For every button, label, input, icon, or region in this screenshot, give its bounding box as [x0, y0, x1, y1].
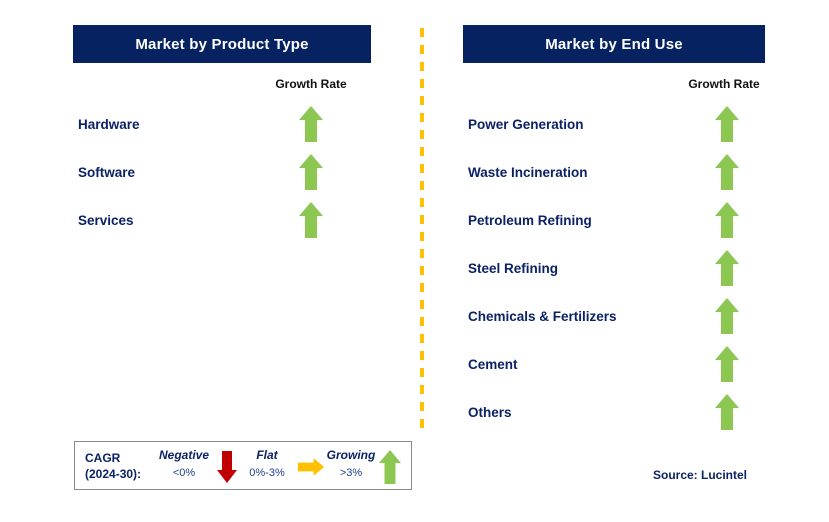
source-note: Source: Lucintel [652, 468, 747, 482]
up-arrow-icon [376, 447, 404, 487]
list-item: Hardware [78, 101, 328, 147]
legend-entry-flat: Flat 0%-3% [230, 446, 304, 482]
legend-entry-negative: Negative <0% [147, 446, 221, 482]
list-item: Petroleum Refining [468, 197, 718, 243]
segment-label: Software [78, 164, 136, 180]
list-item: Power Generation [468, 101, 718, 147]
segment-label: Cement [468, 356, 518, 372]
up-arrow-icon [296, 197, 326, 243]
panel-header-end-use: Market by End Use [463, 25, 765, 63]
infographic-canvas: Market by Product Type Market by End Use… [0, 0, 829, 522]
vertical-dashed-divider [420, 28, 424, 434]
legend-word: Flat [256, 448, 278, 462]
legend-word: Negative [158, 448, 210, 462]
legend-title-line1: CAGR [85, 451, 121, 465]
legend-range: 0%-3% [249, 467, 285, 479]
segment-label: Steel Refining [468, 260, 559, 276]
list-item: Cement [468, 341, 718, 387]
list-item: Chemicals & Fertilizers [468, 293, 718, 339]
segment-label: Others [468, 404, 512, 420]
growth-rate-caption-right: Growth Rate [688, 77, 760, 91]
up-arrow-icon [296, 149, 326, 195]
list-item: Software [78, 149, 328, 195]
up-arrow-icon [712, 245, 742, 291]
up-arrow-icon [712, 101, 742, 147]
list-item: Services [78, 197, 328, 243]
up-arrow-icon [712, 149, 742, 195]
legend-range: <0% [172, 467, 196, 479]
segment-label: Power Generation [468, 116, 584, 132]
segment-label: Petroleum Refining [468, 212, 592, 228]
segment-label: Hardware [78, 116, 140, 132]
panel-title-product-type: Market by Product Type [135, 35, 309, 53]
up-arrow-icon [712, 197, 742, 243]
panel-title-end-use: Market by End Use [545, 35, 683, 53]
up-arrow-icon [712, 341, 742, 387]
legend-title: CAGR (2024-30): [85, 450, 141, 482]
segment-label: Waste Incineration [468, 164, 588, 180]
segment-label: Services [78, 212, 134, 228]
segment-label: Chemicals & Fertilizers [468, 308, 617, 324]
list-item: Waste Incineration [468, 149, 718, 195]
cagr-legend: CAGR (2024-30): Negative <0% Flat 0%-3% … [74, 441, 412, 490]
growth-rate-caption-left: Growth Rate [275, 77, 347, 91]
up-arrow-icon [296, 101, 326, 147]
up-arrow-icon [712, 293, 742, 339]
up-arrow-icon [712, 389, 742, 435]
panel-header-product-type: Market by Product Type [73, 25, 371, 63]
list-item: Steel Refining [468, 245, 718, 291]
legend-title-line2: (2024-30): [85, 467, 142, 481]
list-item: Others [468, 389, 718, 435]
